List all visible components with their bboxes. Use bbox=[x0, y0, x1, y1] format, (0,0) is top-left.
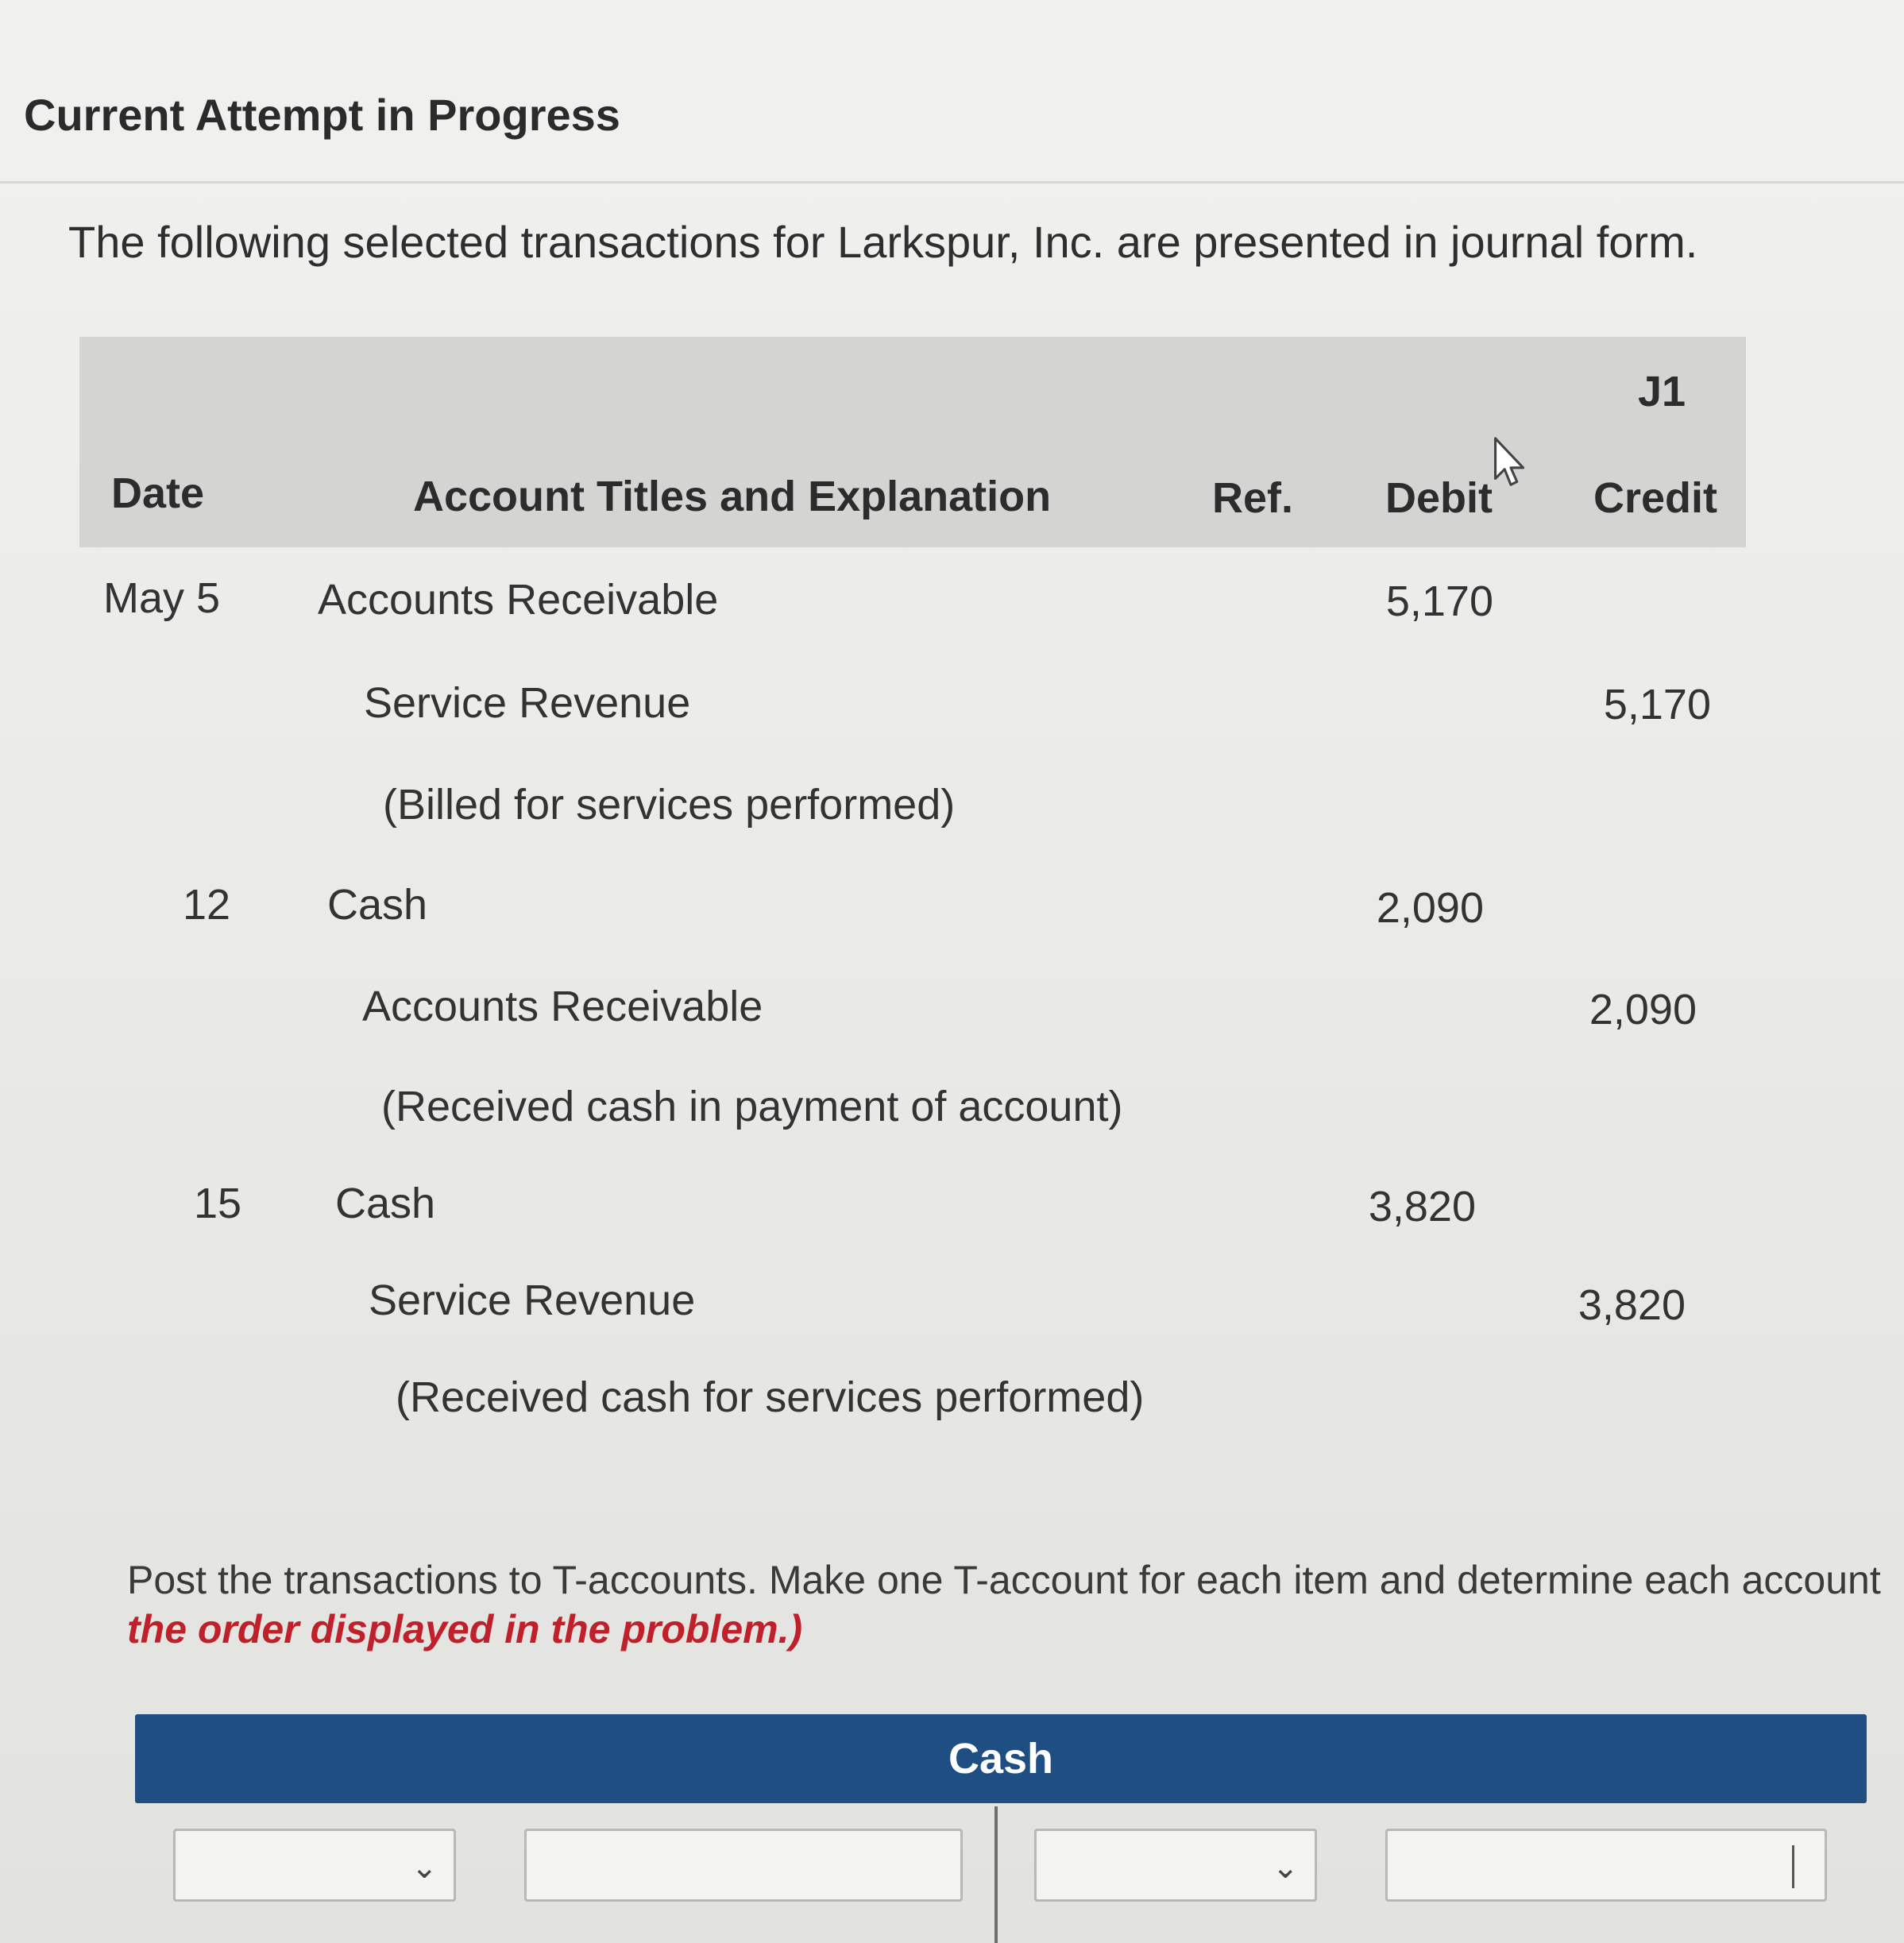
row-account: Cash bbox=[327, 881, 428, 929]
row-account: Accounts Receivable bbox=[362, 983, 763, 1030]
taccount-header: Cash bbox=[135, 1714, 1867, 1803]
chevron-down-icon: ⌄ bbox=[411, 1850, 438, 1885]
credit-amount-input[interactable] bbox=[1385, 1829, 1827, 1902]
row-account: Service Revenue bbox=[364, 679, 691, 727]
row-credit: 3,820 bbox=[1578, 1281, 1686, 1329]
taccount-divider bbox=[994, 1806, 998, 1943]
row-debit: 3,820 bbox=[1368, 1183, 1476, 1230]
text-cursor bbox=[1792, 1845, 1794, 1888]
intro-text: The following selected transactions for … bbox=[68, 217, 1698, 267]
divider bbox=[0, 181, 1904, 183]
journal-page-ref: J1 bbox=[1638, 368, 1686, 415]
page-heading: Current Attempt in Progress bbox=[24, 90, 620, 140]
row-account: Accounts Receivable bbox=[318, 576, 719, 624]
row-debit: 5,170 bbox=[1385, 577, 1493, 625]
row-date: 15 bbox=[194, 1180, 242, 1227]
taccount-title: Cash bbox=[948, 1735, 1054, 1783]
header-debit: Debit bbox=[1385, 474, 1493, 522]
row-explanation: (Received cash in payment of account) bbox=[381, 1083, 1123, 1130]
row-explanation: (Billed for services performed) bbox=[383, 781, 956, 829]
instruction-emphasis: the order displayed in the problem.) bbox=[127, 1607, 803, 1651]
debit-date-select[interactable]: ⌄ bbox=[173, 1829, 456, 1902]
chevron-down-icon: ⌄ bbox=[1272, 1850, 1299, 1885]
instruction-text: Post the transactions to T-accounts. Mak… bbox=[127, 1558, 1881, 1602]
row-account: Cash bbox=[335, 1180, 436, 1227]
row-debit: 2,090 bbox=[1376, 884, 1484, 932]
header-ref: Ref. bbox=[1212, 474, 1294, 522]
page: Current Attempt in Progress The followin… bbox=[0, 0, 1904, 1943]
mouse-pointer-icon bbox=[1494, 437, 1525, 486]
row-account: Service Revenue bbox=[369, 1277, 696, 1324]
header-credit: Credit bbox=[1593, 474, 1718, 522]
credit-date-select[interactable]: ⌄ bbox=[1034, 1829, 1317, 1902]
header-date: Date bbox=[111, 469, 205, 517]
header-account: Account Titles and Explanation bbox=[413, 473, 1052, 520]
row-explanation: (Received cash for services performed) bbox=[396, 1373, 1145, 1421]
row-date: May 5 bbox=[103, 574, 221, 622]
row-credit: 2,090 bbox=[1589, 986, 1697, 1033]
debit-amount-input[interactable] bbox=[524, 1829, 963, 1902]
row-credit: 5,170 bbox=[1603, 681, 1711, 728]
row-date: 12 bbox=[183, 881, 231, 929]
